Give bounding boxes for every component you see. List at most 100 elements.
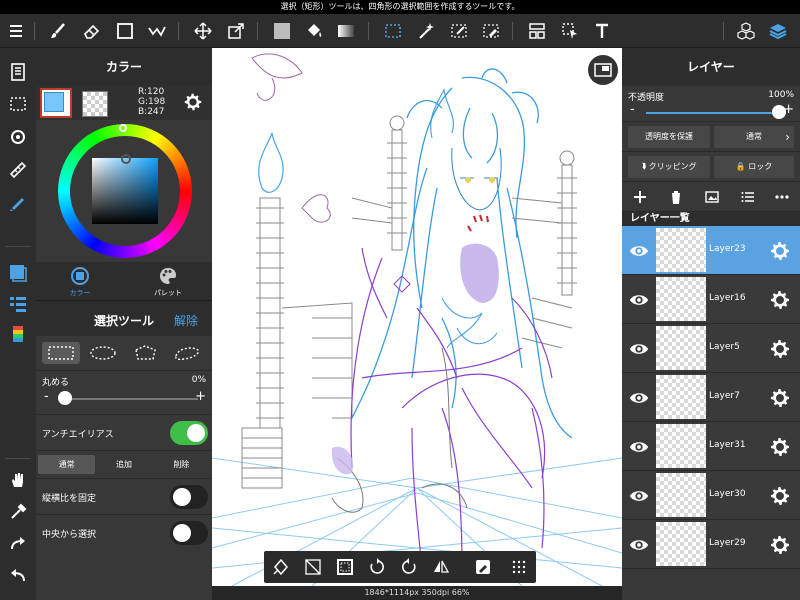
layer-settings-gear-icon[interactable] [768, 239, 792, 263]
undo-icon[interactable] [6, 564, 30, 588]
antialias-toggle[interactable] [170, 421, 208, 445]
mode-normal[interactable]: 通常 [38, 455, 96, 474]
text-icon[interactable] [590, 19, 614, 43]
bucket-icon[interactable] [302, 19, 326, 43]
opacity-plus-button[interactable]: + [783, 102, 794, 117]
layer-image-icon[interactable] [702, 187, 722, 207]
redo-icon[interactable] [6, 532, 30, 556]
opacity-slider-track[interactable] [646, 112, 780, 114]
menu-icon[interactable] [4, 19, 28, 43]
background-swatch[interactable] [82, 91, 108, 117]
layer-settings-gear-icon[interactable] [768, 386, 792, 410]
round-slider-knob[interactable] [58, 391, 72, 405]
select-layer-icon[interactable] [558, 19, 582, 43]
tab-palette[interactable]: パレット [124, 262, 212, 300]
transform-icon[interactable] [224, 19, 248, 43]
layer-settings-gear-icon[interactable] [768, 288, 792, 312]
gallery-icon[interactable] [6, 60, 30, 84]
lock-button[interactable]: 🔒 ロック [714, 156, 794, 178]
layer-row[interactable]: Layer7 [622, 373, 800, 422]
layer-settings-gear-icon[interactable] [768, 337, 792, 361]
layer-settings-gear-icon[interactable] [768, 533, 792, 557]
layer-list-icon[interactable] [6, 292, 30, 316]
layer-row[interactable]: Layer30 [622, 471, 800, 520]
rotate-left-icon[interactable] [366, 556, 388, 578]
rectangle-icon[interactable] [113, 19, 137, 43]
navigator-button[interactable] [588, 55, 618, 85]
select-lasso-button[interactable] [168, 342, 206, 364]
tab-color[interactable]: カラー [36, 262, 124, 300]
fix-ratio-toggle[interactable] [170, 485, 208, 509]
layer-row[interactable]: Layer16 [622, 275, 800, 324]
select-pen-icon[interactable] [447, 19, 471, 43]
select-polygon-button[interactable] [126, 342, 164, 364]
round-minus-button[interactable]: - [44, 389, 49, 404]
round-slider-track[interactable] [60, 398, 198, 400]
edit-selection-icon[interactable] [472, 556, 494, 578]
delete-layer-icon[interactable] [666, 187, 686, 207]
reset-selection-button[interactable]: 解除 [174, 312, 198, 329]
eraser-icon[interactable] [80, 19, 104, 43]
layer-row[interactable]: Layer29 [622, 520, 800, 569]
color-settings-gear-icon[interactable] [182, 91, 204, 113]
transform-selection-icon[interactable] [270, 556, 292, 578]
layer-name: Layer7 [709, 391, 740, 401]
from-center-toggle[interactable] [170, 521, 208, 545]
3d-icon[interactable] [734, 19, 758, 43]
sv-knob[interactable] [121, 154, 131, 164]
clipping-button[interactable]: ⮯ クリッピング [628, 156, 710, 178]
eye-icon[interactable] [628, 485, 650, 507]
hand-icon[interactable] [6, 468, 30, 492]
eye-icon[interactable] [628, 534, 650, 556]
drawing-canvas[interactable] [212, 48, 622, 586]
foreground-swatch[interactable] [40, 88, 72, 118]
add-layer-icon[interactable] [630, 187, 650, 207]
select-rect-icon[interactable] [381, 19, 405, 43]
opacity-minus-button[interactable]: - [630, 102, 635, 117]
protect-alpha-button[interactable]: 透明度を保護 [628, 126, 710, 148]
layer-settings-gear-icon[interactable] [768, 484, 792, 508]
selection-icon[interactable] [6, 92, 30, 116]
eyedropper-icon[interactable] [6, 500, 30, 524]
color-panel-icon[interactable] [6, 261, 30, 285]
layer-list-icon[interactable] [738, 187, 758, 207]
brush-palette-icon[interactable] [6, 322, 30, 346]
layer-settings-gear-icon[interactable] [768, 435, 792, 459]
brush-icon[interactable] [46, 19, 70, 43]
invert-selection-icon[interactable] [334, 556, 356, 578]
rotate-canvas-icon[interactable] [6, 125, 30, 149]
layer-row[interactable]: Layer31 [622, 422, 800, 471]
eye-icon[interactable] [628, 436, 650, 458]
hue-knob[interactable] [119, 124, 127, 132]
layout-icon[interactable] [525, 19, 549, 43]
magic-wand-icon[interactable] [414, 19, 438, 43]
eye-icon[interactable] [628, 289, 650, 311]
from-center-label: 中央から選択 [42, 530, 97, 540]
rotate-right-icon[interactable] [398, 556, 420, 578]
gradient-icon[interactable] [334, 19, 358, 43]
select-eraser-icon[interactable] [479, 19, 503, 43]
more-grid-icon[interactable] [508, 556, 530, 578]
layers-icon[interactable] [766, 19, 790, 43]
pen-blue-icon[interactable] [6, 190, 30, 214]
toolbar-divider [257, 22, 258, 40]
clear-selection-icon[interactable] [302, 556, 324, 578]
mode-delete[interactable]: 削除 [153, 455, 210, 474]
select-ellipse-button[interactable] [84, 342, 122, 364]
ruler-icon[interactable] [6, 158, 30, 182]
select-rectangle-button[interactable] [42, 342, 80, 364]
mode-add[interactable]: 追加 [95, 455, 152, 474]
fill-color-icon[interactable] [270, 19, 294, 43]
flip-horizontal-icon[interactable] [430, 556, 452, 578]
stabilizer-icon[interactable] [145, 19, 169, 43]
more-options-icon[interactable] [772, 187, 792, 207]
layer-row[interactable]: Layer23 [622, 226, 800, 275]
eye-icon[interactable] [628, 338, 650, 360]
eye-icon[interactable] [628, 387, 650, 409]
move-icon[interactable] [191, 19, 215, 43]
eye-icon[interactable] [628, 240, 650, 262]
round-plus-button[interactable]: + [195, 389, 206, 404]
saturation-value-square[interactable] [92, 158, 158, 224]
blend-mode-button[interactable]: 通常 › [714, 126, 794, 148]
layer-row[interactable]: Layer5 [622, 324, 800, 373]
